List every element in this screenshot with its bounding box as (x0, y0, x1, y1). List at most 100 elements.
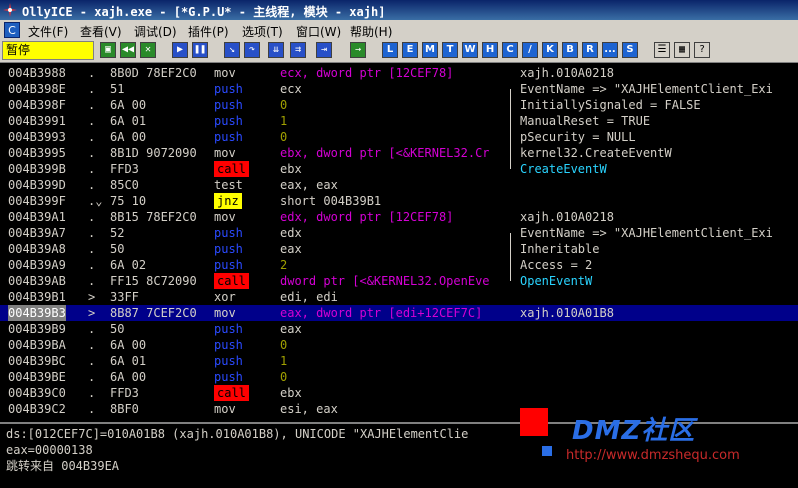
code-line[interactable]: 004B39A7. 52 push edx EventName => "XAJHElem… (0, 225, 798, 241)
operands: 0 (280, 338, 288, 352)
restart-icon[interactable]: ◀◀ (120, 42, 136, 58)
address: 004B3995 (8, 146, 66, 160)
code-line[interactable]: 004B39A9. 6A 02 push 2 Access = 2 (0, 257, 798, 273)
jump-marker: . (88, 402, 96, 416)
code-line[interactable]: 004B399B. FFD3 call ebx CreateEventW (0, 161, 798, 177)
code-line[interactable]: 004B39BA. 6A 00 push 0 (0, 337, 798, 353)
tb-cpu-button[interactable]: C (502, 42, 518, 58)
code-line[interactable]: 004B399D. 85C0 test eax, eax (0, 177, 798, 193)
menu-debug[interactable]: 调试(D) (134, 23, 177, 40)
run-icon[interactable]: ▶ (172, 42, 188, 58)
mnemonic: push (214, 130, 243, 144)
tb-source-button[interactable]: S (622, 42, 638, 58)
tb-modules-button[interactable]: E (402, 42, 418, 58)
address: 004B3988 (8, 66, 66, 80)
code-line[interactable]: 004B39B9. 50 push eax (0, 321, 798, 337)
tb-runtrace-button[interactable]: ... (602, 42, 618, 58)
tb-references-button[interactable]: R (582, 42, 598, 58)
mnemonic: mov (214, 210, 236, 224)
close-debug-icon[interactable]: ✕ (140, 42, 156, 58)
help-icon[interactable]: ? (694, 42, 710, 58)
tb-callstack-button[interactable]: K (542, 42, 558, 58)
jump-marker: > (88, 306, 96, 320)
execute-till-return-icon[interactable]: ⇥ (316, 42, 332, 58)
code-line[interactable]: 004B3995. 8B1D 9072090 mov ebx, dword ptr [… (0, 145, 798, 161)
tb-patches-button[interactable]: / (522, 42, 538, 58)
menu-window[interactable]: 窗口(W) (296, 23, 341, 40)
code-line[interactable]: 004B3991. 6A 01 push 1 ManualReset = TRUE (0, 113, 798, 129)
system-menu-icon[interactable]: C (4, 22, 20, 38)
tb-windows-button[interactable]: W (462, 42, 478, 58)
hex-bytes: 6A 00 (110, 338, 147, 352)
jump-marker: . (88, 274, 96, 288)
address: 004B399B (8, 162, 66, 176)
list-icon[interactable]: ☰ (654, 42, 670, 58)
mnemonic: call (214, 385, 249, 401)
address: 004B398E (8, 82, 66, 96)
operands: 0 (280, 98, 288, 112)
address: 004B3993 (8, 130, 66, 144)
operands: edx (280, 226, 302, 240)
jump-marker: . (88, 178, 96, 192)
mnemonic: mov (214, 402, 236, 416)
hex-bytes: 8B0D 78EF2C0 (110, 66, 197, 80)
logo-blue-square (542, 446, 552, 456)
logo-text: DMZ社区 (572, 416, 696, 446)
comment: pSecurity = NULL (520, 130, 636, 144)
comment: InitiallySignaled = FALSE (520, 98, 701, 112)
tb-breakpoints-button[interactable]: B (562, 42, 578, 58)
open-file-icon[interactable]: ▣ (100, 42, 116, 58)
operands: 0 (280, 370, 288, 384)
pause-icon[interactable]: ❚❚ (192, 42, 208, 58)
logo-url: http://www.dmzshequ.com (566, 448, 740, 463)
tb-log-button[interactable]: L (382, 42, 398, 58)
comment: xajh.010A0218 (520, 210, 614, 224)
trace-over-icon[interactable]: ⇉ (290, 42, 306, 58)
address: 004B39A7 (8, 226, 66, 240)
menu-plugins[interactable]: 插件(P) (188, 23, 229, 40)
grid-icon[interactable]: ▦ (674, 42, 690, 58)
code-line[interactable]: 004B39BC. 6A 01 push 1 (0, 353, 798, 369)
menu-options[interactable]: 选项(T) (242, 23, 283, 40)
operands: 1 (280, 114, 288, 128)
code-line[interactable]: 004B39B3 >8B87 7CEF2C0 mov eax, dword ptr [… (0, 305, 798, 321)
tb-memory-button[interactable]: M (422, 42, 438, 58)
address: 004B39BE (8, 370, 66, 384)
menu-help[interactable]: 帮助(H) (350, 23, 392, 40)
go-to-icon[interactable]: → (350, 42, 366, 58)
hex-bytes: 6A 00 (110, 130, 147, 144)
code-line[interactable]: 004B39C0. FFD3 call ebx (0, 385, 798, 401)
jump-marker: . (88, 258, 96, 272)
trace-into-icon[interactable]: ⇊ (268, 42, 284, 58)
tb-handles-button[interactable]: H (482, 42, 498, 58)
mnemonic: call (214, 273, 249, 289)
step-over-icon[interactable]: ↷ (244, 42, 260, 58)
code-line[interactable]: 004B3993. 6A 00 push 0 pSecurity = NULL (0, 129, 798, 145)
code-line[interactable]: 004B39A8. 50 push eax Inheritable (0, 241, 798, 257)
info-line-2: eax=00000138 (6, 443, 93, 457)
code-line[interactable]: 004B398E. 51 push ecx EventName => "XAJHElem… (0, 81, 798, 97)
disassembly-pane[interactable]: 004B3988. 8B0D 78EF2C0 mov ecx, dword ptr [… (0, 63, 798, 421)
operands: ebx, dword ptr [<&KERNEL32.Cr (280, 146, 490, 160)
tb-threads-button[interactable]: T (442, 42, 458, 58)
menu-view[interactable]: 查看(V) (80, 23, 122, 40)
hex-bytes: FF15 8C72090 (110, 274, 197, 288)
hex-bytes: 8B15 78EF2C0 (110, 210, 197, 224)
operands: short 004B39B1 (280, 194, 382, 208)
step-into-icon[interactable]: ↘ (224, 42, 240, 58)
code-line[interactable]: 004B39A1. 8B15 78EF2C0 mov edx, dword ptr [… (0, 209, 798, 225)
hex-bytes: 8B1D 9072090 (110, 146, 197, 160)
code-line[interactable]: 004B39AB. FF15 8C72090 call dword ptr [<&KE… (0, 273, 798, 289)
code-line[interactable]: 004B39BE. 6A 00 push 0 (0, 369, 798, 385)
operands: edi, edi (280, 290, 338, 304)
mnemonic: push (214, 226, 243, 240)
hex-bytes: 8B87 7CEF2C0 (110, 306, 197, 320)
code-line[interactable]: 004B39B1 >33FF xor edi, edi (0, 289, 798, 305)
ollydbg-app-icon[interactable] (2, 2, 18, 18)
comment: CreateEventW (520, 162, 607, 176)
menu-file[interactable]: 文件(F) (28, 23, 68, 40)
code-line[interactable]: 004B398F. 6A 00 push 0 InitiallySignaled = F… (0, 97, 798, 113)
code-line[interactable]: 004B399F .⌄ 75 10 jnz short 004B39B1 (0, 193, 798, 209)
code-line[interactable]: 004B3988. 8B0D 78EF2C0 mov ecx, dword ptr [… (0, 65, 798, 81)
operands: 0 (280, 130, 288, 144)
